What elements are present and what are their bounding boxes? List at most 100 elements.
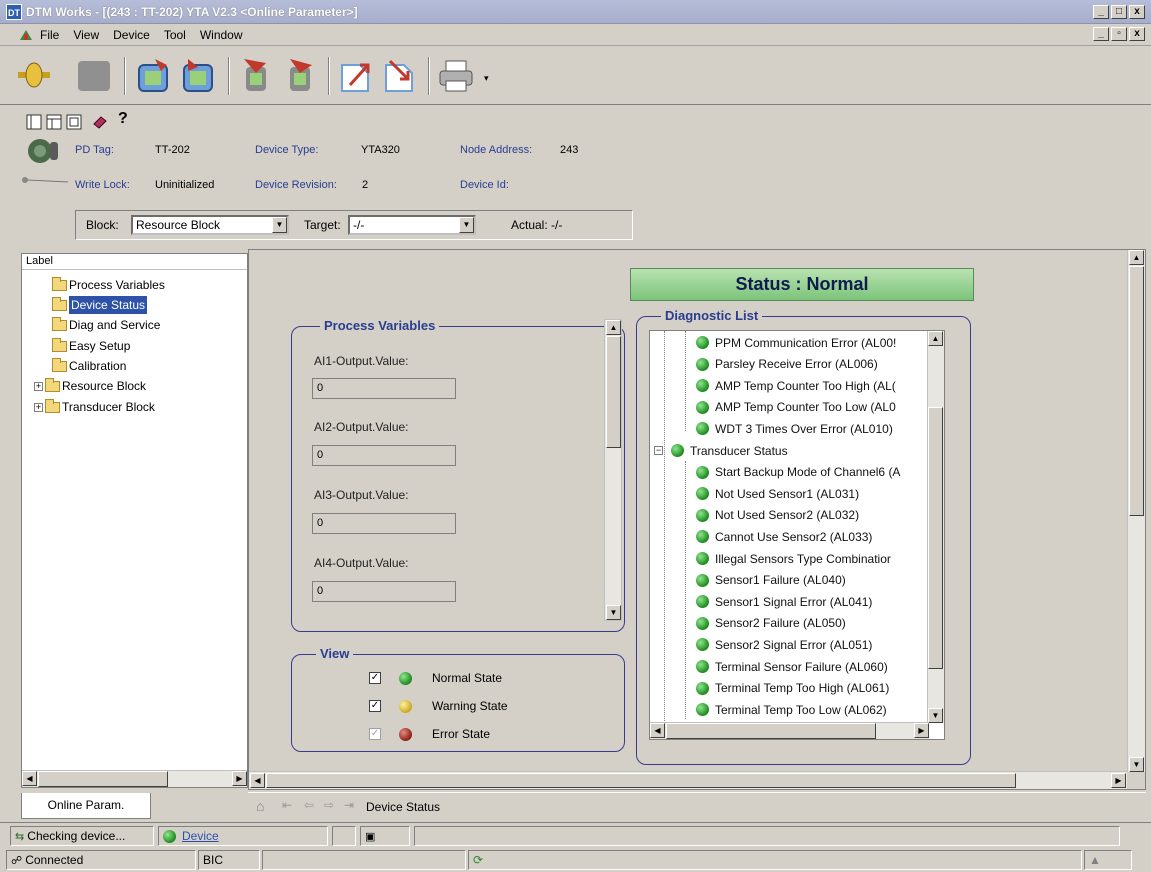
close-button[interactable]: x: [1129, 5, 1145, 19]
menu-tool[interactable]: Tool: [164, 28, 186, 42]
disconnect-icon[interactable]: [74, 55, 114, 95]
error-state-checkbox[interactable]: ✓: [369, 728, 381, 740]
diagnostic-row[interactable]: Terminal Temp Too High (AL061): [696, 678, 889, 699]
scroll-thumb[interactable]: [1129, 266, 1144, 516]
tree-item-easy-setup[interactable]: Easy Setup: [52, 337, 130, 355]
scroll-right-icon[interactable]: ▶: [232, 771, 247, 786]
normal-state-checkbox[interactable]: ✓: [369, 672, 381, 684]
home-icon[interactable]: ⌂: [256, 798, 264, 814]
diagnostic-row[interactable]: Parsley Receive Error (AL006): [696, 354, 878, 375]
menu-window[interactable]: Window: [200, 28, 243, 42]
minimize-button[interactable]: _: [1093, 5, 1109, 19]
book-icon[interactable]: [92, 114, 108, 130]
diagnostic-row[interactable]: PPM Communication Error (AL00!: [696, 332, 896, 353]
upload-params-icon[interactable]: [236, 55, 276, 95]
diagnostic-row-label: Illegal Sensors Type Combinatior: [715, 551, 891, 566]
scroll-up-icon[interactable]: ▲: [928, 331, 943, 346]
tree-hscrollbar[interactable]: ◀ ▶: [22, 770, 247, 787]
diagnostic-row[interactable]: Not Used Sensor2 (AL032): [696, 505, 859, 526]
scroll-right-icon[interactable]: ▶: [1111, 773, 1126, 788]
tree-item-resource-block[interactable]: + Resource Block: [34, 377, 146, 395]
layout-icon[interactable]: [26, 114, 42, 130]
download-device-icon[interactable]: [178, 55, 218, 95]
pv-vscrollbar[interactable]: ▲ ▼: [604, 319, 622, 621]
child-restore-button[interactable]: ▫: [1111, 27, 1127, 41]
forward-icon[interactable]: ⇨: [324, 798, 334, 812]
back-icon[interactable]: ⇦: [304, 798, 314, 812]
menu-device[interactable]: Device: [113, 28, 150, 42]
scroll-thumb[interactable]: [266, 773, 1016, 788]
ai3-value-field[interactable]: 0: [312, 513, 456, 534]
diagnostic-row[interactable]: − Transducer Status: [654, 440, 788, 461]
tree-item-diag-and-service[interactable]: Diag and Service: [52, 316, 160, 334]
diagnostic-row[interactable]: Sensor2 Failure (AL050): [696, 613, 846, 634]
warning-state-checkbox[interactable]: ✓: [369, 700, 381, 712]
diagnostic-row[interactable]: Cannot Use Sensor2 (AL033): [696, 526, 872, 547]
scroll-thumb[interactable]: [666, 723, 876, 739]
child-minimize-button[interactable]: _: [1093, 27, 1109, 41]
target-dropdown[interactable]: -/- ▼: [348, 215, 476, 235]
scroll-up-icon[interactable]: ▲: [606, 320, 621, 335]
tree-item-process-variables[interactable]: Process Variables: [52, 276, 165, 294]
main-vscrollbar[interactable]: ▲ ▼: [1127, 250, 1145, 772]
help-icon[interactable]: ?: [118, 110, 128, 128]
scroll-left-icon[interactable]: ◀: [22, 771, 37, 786]
expand-icon[interactable]: +: [34, 402, 43, 412]
panel-icon[interactable]: [66, 114, 82, 130]
ai4-value-field[interactable]: 0: [312, 581, 456, 602]
import-icon[interactable]: [380, 55, 420, 95]
diagnostic-row[interactable]: Terminal Temp Too Low (AL062): [696, 699, 887, 720]
scroll-right-icon[interactable]: ▶: [914, 723, 929, 738]
connect-icon[interactable]: [14, 55, 54, 95]
diagnostic-row[interactable]: Illegal Sensors Type Combinatior: [696, 548, 891, 569]
scroll-thumb[interactable]: [928, 407, 943, 669]
ai2-value-field[interactable]: 0: [312, 445, 456, 466]
scroll-left-icon[interactable]: ◀: [650, 723, 665, 738]
diagnostic-row[interactable]: Terminal Sensor Failure (AL060): [696, 656, 888, 677]
print-dropdown-icon[interactable]: ▾: [484, 73, 489, 84]
ai1-value-field[interactable]: 0: [312, 378, 456, 399]
main-hscrollbar[interactable]: ◀ ▶: [249, 771, 1127, 789]
collapse-icon[interactable]: −: [654, 446, 663, 455]
split-view-icon[interactable]: [46, 114, 62, 130]
scroll-thumb[interactable]: [606, 336, 621, 448]
device-link[interactable]: Device: [182, 829, 219, 843]
navigation-bar: ⌂ ⇤ ⇦ ⇨ ⇥ Device Status: [248, 792, 1146, 820]
menu-view[interactable]: View: [73, 28, 99, 42]
print-icon[interactable]: [436, 55, 476, 95]
diagnostic-row[interactable]: Sensor2 Signal Error (AL051): [696, 634, 872, 655]
scroll-thumb[interactable]: [38, 771, 168, 787]
expand-icon[interactable]: +: [34, 381, 43, 391]
diagnostic-row[interactable]: AMP Temp Counter Too Low (AL0: [696, 397, 896, 418]
last-icon[interactable]: ⇥: [344, 798, 354, 812]
tree-item-device-status[interactable]: Device Status: [52, 296, 148, 314]
diagnostic-row[interactable]: WDT 3 Times Over Error (AL010): [696, 418, 893, 439]
tree-item-calibration[interactable]: Calibration: [52, 357, 126, 375]
scroll-left-icon[interactable]: ◀: [250, 773, 265, 788]
tab-online-param[interactable]: Online Param.: [21, 793, 151, 819]
block-dropdown[interactable]: Resource Block ▼: [131, 215, 289, 235]
diagnostic-row[interactable]: Sensor1 Failure (AL040): [696, 570, 846, 591]
child-close-button[interactable]: x: [1129, 27, 1145, 41]
scroll-up-icon[interactable]: ▲: [1129, 250, 1144, 265]
chevron-down-icon[interactable]: ▼: [459, 217, 474, 233]
maximize-button[interactable]: □: [1111, 5, 1127, 19]
export-icon[interactable]: [336, 55, 376, 95]
diagnostic-row[interactable]: Start Backup Mode of Channel6 (A: [696, 462, 900, 483]
scroll-down-icon[interactable]: ▼: [928, 708, 943, 723]
menu-file[interactable]: File: [40, 28, 59, 42]
diagnostic-row[interactable]: Sensor1 Signal Error (AL041): [696, 591, 872, 612]
first-icon[interactable]: ⇤: [282, 798, 292, 812]
download-params-icon[interactable]: [280, 55, 320, 95]
chevron-down-icon[interactable]: ▼: [272, 217, 287, 233]
scroll-down-icon[interactable]: ▼: [1129, 757, 1144, 772]
upload-device-icon[interactable]: [133, 55, 173, 95]
refresh-icon[interactable]: [163, 830, 176, 844]
diag-hscrollbar[interactable]: ◀ ▶: [650, 722, 929, 739]
diagnostic-row[interactable]: Not Used Sensor1 (AL031): [696, 483, 859, 504]
scroll-down-icon[interactable]: ▼: [606, 605, 621, 620]
save-icon[interactable]: ▣: [365, 831, 375, 843]
tree-item-transducer-block[interactable]: + Transducer Block: [34, 398, 155, 416]
diag-vscrollbar[interactable]: ▲ ▼: [927, 331, 944, 723]
diagnostic-row[interactable]: AMP Temp Counter Too High (AL(: [696, 375, 896, 396]
